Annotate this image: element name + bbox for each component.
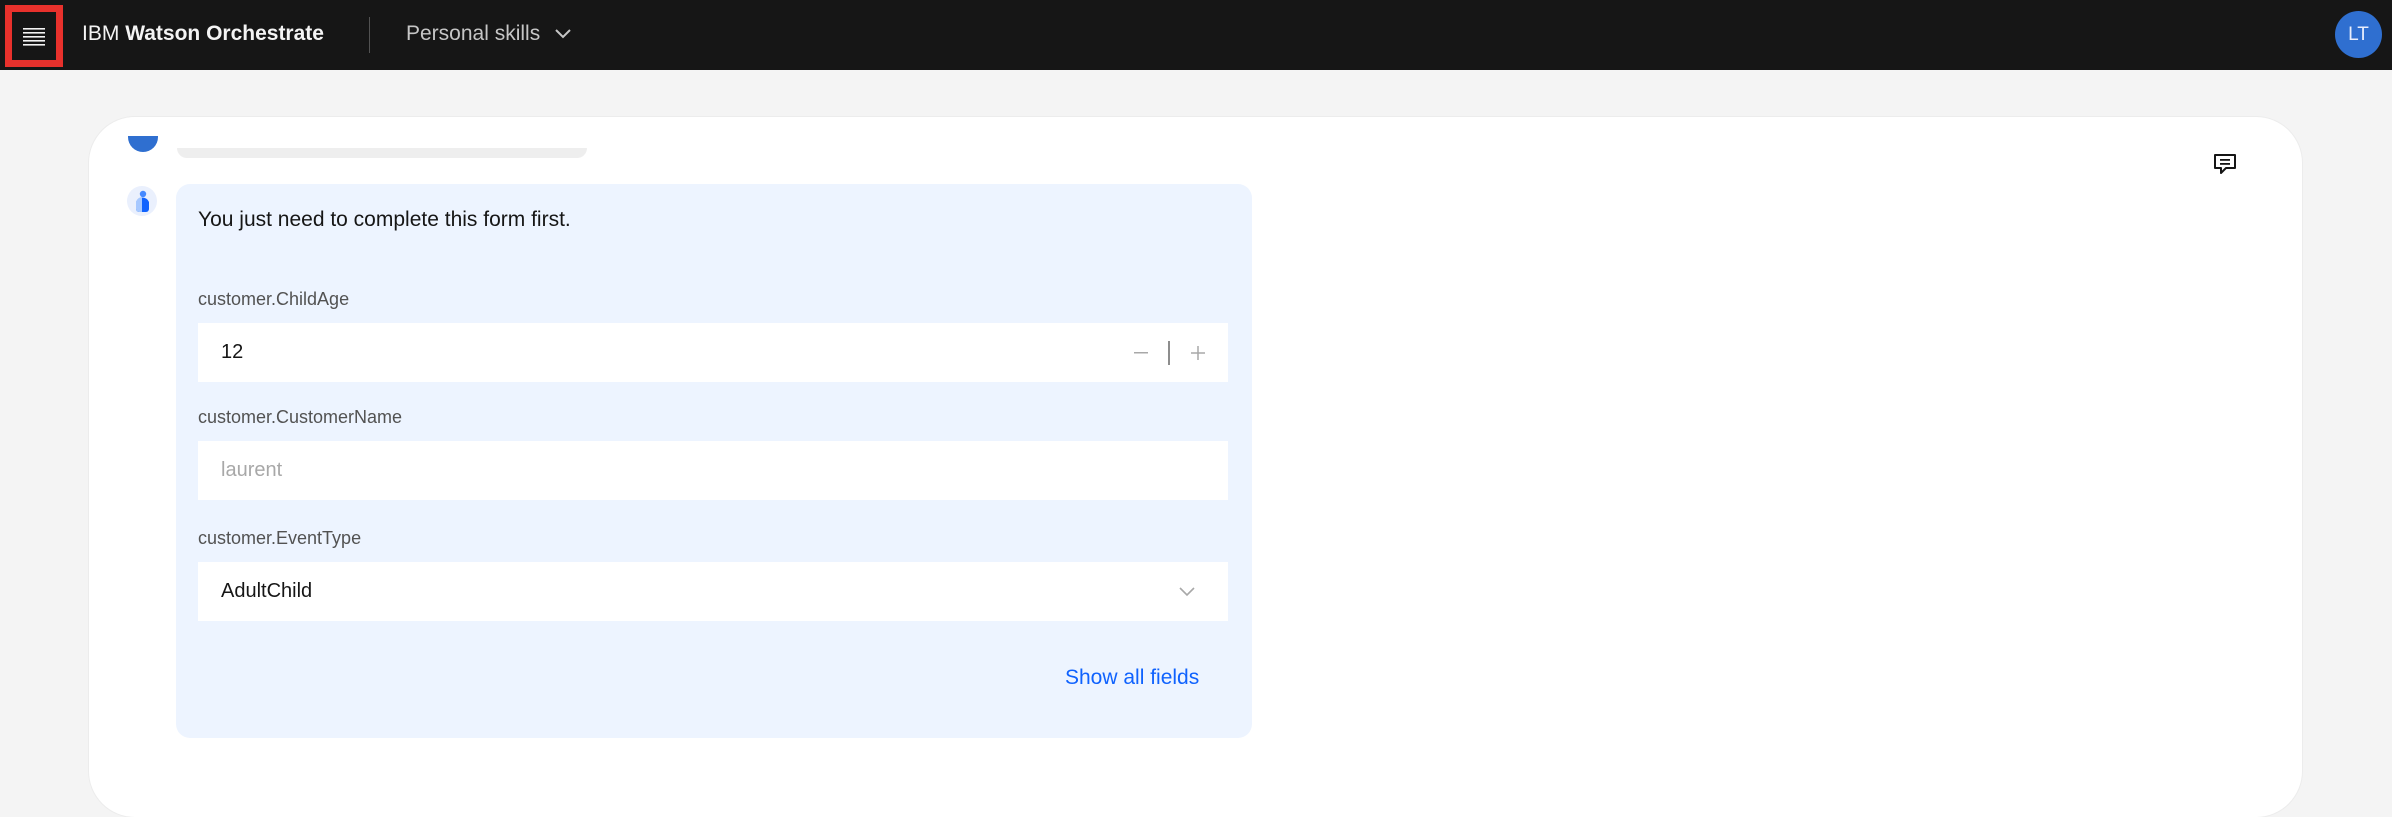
decrement-button[interactable] xyxy=(1126,338,1156,368)
chat-feedback-icon[interactable] xyxy=(2212,152,2238,176)
minus-icon xyxy=(1134,352,1148,354)
plus-icon xyxy=(1191,346,1205,360)
stepper-divider xyxy=(1168,341,1170,365)
increment-button[interactable] xyxy=(1183,338,1213,368)
previous-message-bubble xyxy=(177,148,587,158)
hamburger-menu-button[interactable] xyxy=(5,5,63,67)
customer-name-label: customer.CustomerName xyxy=(198,407,403,427)
assistant-icon xyxy=(136,190,149,212)
hamburger-menu-icon xyxy=(23,28,45,46)
chevron-down-icon xyxy=(555,29,571,39)
user-initials: LT xyxy=(2348,23,2369,45)
event-type-label: customer.EventType xyxy=(198,528,362,548)
event-type-select[interactable]: AdultChild xyxy=(198,562,1228,621)
show-all-fields-link[interactable]: Show all fields xyxy=(1065,666,1199,690)
customer-name-placeholder: laurent xyxy=(221,459,283,481)
brand-prefix: IBM xyxy=(82,22,120,45)
skills-switcher[interactable]: Personal skills xyxy=(406,14,572,54)
customer-name-input[interactable]: laurent xyxy=(198,441,1228,500)
user-avatar[interactable]: LT xyxy=(2335,11,2382,58)
assistant-avatar xyxy=(127,186,157,216)
header-divider xyxy=(369,17,370,53)
brand-name: Watson Orchestrate xyxy=(125,22,324,45)
child-age-value: 12 xyxy=(221,341,244,363)
child-age-label: customer.ChildAge xyxy=(198,289,350,309)
previous-message-avatar xyxy=(128,136,158,158)
child-age-number-input[interactable]: 12 xyxy=(198,323,1228,382)
top-navigation-bar: IBM Watson Orchestrate Personal skills L… xyxy=(0,0,2392,70)
skills-switcher-label: Personal skills xyxy=(406,22,541,45)
product-name[interactable]: IBM Watson Orchestrate xyxy=(82,22,324,46)
assistant-message-text: You just need to complete this form firs… xyxy=(198,208,571,231)
chevron-down-icon xyxy=(1179,587,1195,597)
event-type-selected-value: AdultChild xyxy=(221,580,313,602)
